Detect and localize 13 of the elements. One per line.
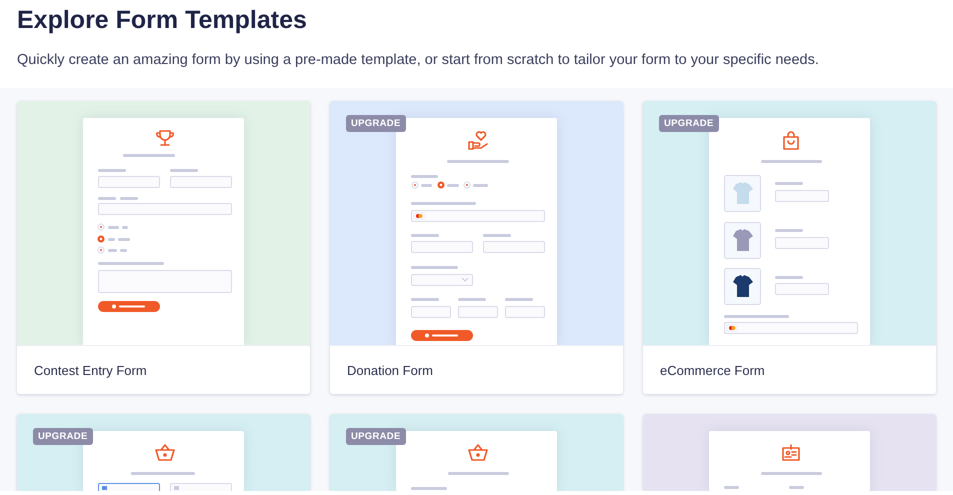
page-subtitle: Quickly create an amazing form by using a pre-made template, or start from scratch to tailor your form to your specific needs. bbox=[17, 51, 820, 70]
upgrade-badge: UPGRADE bbox=[346, 115, 406, 132]
page-title: Explore Form Templates bbox=[17, 5, 308, 36]
upgrade-badge: UPGRADE bbox=[33, 428, 93, 445]
upgrade-badge: UPGRADE bbox=[346, 428, 406, 445]
template-card[interactable]: UPGRADE eCommerce Form bbox=[643, 101, 936, 394]
upgrade-badge: UPGRADE bbox=[659, 115, 719, 132]
template-title: Contest Entry Form bbox=[34, 362, 147, 378]
template-card[interactable]: UPGRADE Donation Form bbox=[330, 101, 623, 394]
template-title: Donation Form bbox=[347, 362, 433, 378]
template-card[interactable] bbox=[643, 414, 936, 491]
template-card[interactable]: Contest Entry Form bbox=[17, 101, 310, 394]
template-title: eCommerce Form bbox=[660, 362, 765, 378]
